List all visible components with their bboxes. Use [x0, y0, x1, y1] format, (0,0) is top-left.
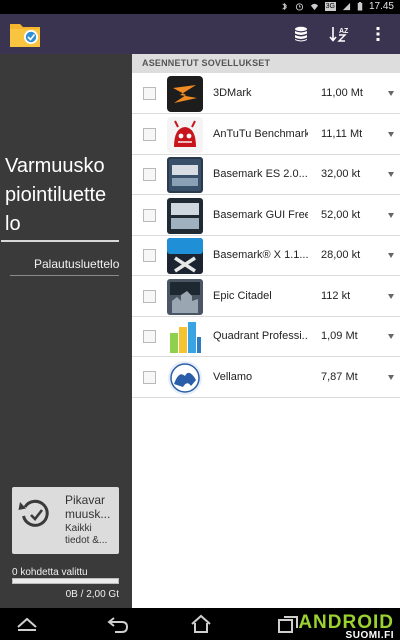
app-row[interactable]: Vellamo 7,87 Mt [132, 358, 400, 398]
expand-arrow-icon[interactable] [388, 91, 394, 96]
sort-button[interactable]: AZ [326, 22, 352, 46]
app-checkbox[interactable] [143, 128, 156, 141]
app-row[interactable]: 3DMark 11,00 Mt [132, 74, 400, 114]
title-divider [1, 240, 119, 242]
app-size: 1,09 Mt [321, 330, 358, 342]
app-row[interactable]: AnTuTu Benchmark 11,11 Mt [132, 115, 400, 155]
restore-list-link[interactable]: Palautusluettelo [34, 257, 119, 271]
expand-arrow-icon[interactable] [388, 213, 394, 218]
app-row[interactable]: Basemark GUI Free 52,00 kt [132, 196, 400, 236]
3dmark-icon [167, 76, 203, 112]
quick-backup-icon [18, 499, 49, 527]
home-icon [191, 614, 211, 633]
action-bar: AZ [0, 14, 400, 54]
sort-icon: AZ [329, 27, 349, 42]
basemark-gui-icon [167, 198, 203, 234]
network-badge: 3G [324, 2, 336, 11]
basemark-es2-icon [167, 157, 203, 193]
overflow-menu-icon [376, 27, 380, 41]
app-checkbox[interactable] [143, 371, 156, 384]
left-panel: Varmuusko piointiluette lo Palautusluett… [0, 54, 132, 608]
storage-progress-bar [12, 578, 119, 584]
quick-backup-label-line: muusk... [65, 507, 111, 521]
app-list-panel: ASENNETUT SOVELLUKSET 3DMark 11,00 Mt An… [132, 54, 400, 608]
app-name: Basemark GUI Free [213, 209, 308, 221]
selected-size: 0B / 2,00 Gt [65, 589, 119, 600]
status-bar: 3G 17.45 [0, 0, 400, 14]
section-header: ASENNETUT SOVELLUKSET [132, 54, 400, 73]
battery-icon [357, 2, 363, 11]
app-size: 32,00 kt [321, 168, 361, 180]
app-checkbox[interactable] [143, 209, 156, 222]
app-row[interactable]: Epic Citadel 112 kt [132, 277, 400, 317]
storage-button[interactable] [288, 22, 314, 46]
app-checkbox[interactable] [143, 168, 156, 181]
return-icon [107, 617, 129, 633]
nav-return-button[interactable] [106, 614, 130, 634]
app-name: AnTuTu Benchmark [213, 128, 308, 140]
app-size: 7,87 Mt [321, 371, 358, 383]
app-name: Quadrant Professi... [213, 330, 308, 342]
sort-az-label: AZ [339, 28, 349, 35]
quadrant-icon [167, 319, 203, 355]
epic-citadel-icon [167, 279, 203, 315]
expand-arrow-icon[interactable] [388, 253, 394, 258]
watermark-suomi: SUOMI.FI [345, 630, 394, 640]
app-checkbox[interactable] [143, 290, 156, 303]
expand-arrow-icon[interactable] [388, 334, 394, 339]
app-name: Basemark® X 1.1... [213, 249, 308, 261]
androidsuomi-watermark: ANDROID SUOMI.FI [274, 612, 394, 640]
app-checkbox[interactable] [143, 249, 156, 262]
app-name: 3DMark [213, 87, 252, 99]
expand-arrow-icon[interactable] [388, 294, 394, 299]
app-row[interactable]: Basemark ES 2.0... 32,00 kt [132, 155, 400, 195]
expand-arrow-icon[interactable] [388, 172, 394, 177]
antutu-icon [167, 117, 203, 153]
quick-backup-label: Pikavar muusk... [65, 493, 119, 521]
quick-backup-sublabel-line: Kaikki [65, 523, 92, 534]
vellamo-icon [168, 361, 202, 395]
section-header-label: ASENNETUT SOVELLUKSET [142, 58, 271, 68]
title-line: piointiluette [5, 184, 107, 206]
backup-list-title[interactable]: Varmuusko piointiluette lo [5, 152, 129, 239]
app-size: 11,11 Mt [321, 128, 363, 140]
wifi-icon [310, 3, 318, 11]
signal-icon [342, 2, 351, 11]
status-icons: 3G 17.45 [280, 1, 394, 12]
expand-arrow-icon[interactable] [388, 132, 394, 137]
app-row[interactable]: Quadrant Professi... 1,09 Mt [132, 317, 400, 357]
app-name: Vellamo [213, 371, 253, 383]
nav-home-button[interactable] [189, 614, 213, 634]
app-size: 11,00 Mt [321, 87, 363, 99]
quick-backup-button[interactable]: Pikavar muusk... Kaikki tiedot &... [12, 487, 119, 554]
app-size: 28,00 kt [321, 249, 361, 261]
selected-count: 0 kohdetta valittu [12, 567, 88, 578]
title-line: lo [5, 213, 21, 235]
app-size: 52,00 kt [321, 209, 361, 221]
title-line: Varmuusko [5, 155, 105, 177]
app-name: Epic Citadel [213, 290, 272, 302]
overflow-menu-button[interactable] [365, 22, 391, 46]
app-name: Basemark ES 2.0... [213, 168, 308, 180]
bluetooth-icon [282, 2, 287, 11]
restore-list-divider [10, 275, 119, 276]
app-row[interactable]: Basemark® X 1.1... 28,00 kt [132, 236, 400, 276]
app-checkbox[interactable] [143, 87, 156, 100]
expand-arrow-icon[interactable] [388, 375, 394, 380]
quick-backup-label-line: Pikavar [65, 493, 106, 507]
backup-folder-icon[interactable] [9, 19, 41, 49]
app-checkbox[interactable] [143, 330, 156, 343]
status-time: 17.45 [368, 1, 394, 12]
back-icon [17, 617, 37, 631]
storage-icon [295, 26, 307, 42]
app-size: 112 kt [321, 290, 351, 302]
quick-backup-sublabel-line: tiedot &... [65, 535, 108, 546]
quick-backup-sublabel: Kaikki tiedot &... [65, 523, 119, 547]
alarm-icon [295, 3, 303, 11]
navigation-bar: ANDROID SUOMI.FI [0, 608, 400, 640]
basemark-x-icon [167, 238, 203, 274]
nav-back-button[interactable] [15, 614, 39, 634]
